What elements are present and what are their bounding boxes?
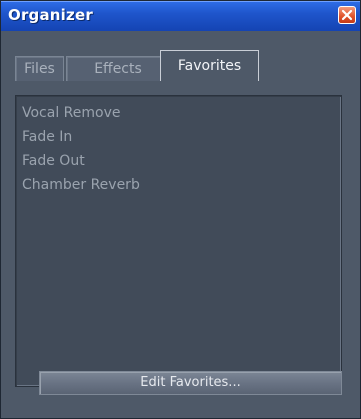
- tab-effects[interactable]: Effects: [66, 56, 170, 81]
- close-icon: [341, 9, 353, 21]
- tab-files[interactable]: Files: [15, 56, 64, 81]
- organizer-body: Files Effects Favorites Vocal Remove Fad…: [1, 31, 360, 418]
- tab-favorites[interactable]: Favorites: [160, 50, 259, 81]
- edit-favorites-button[interactable]: Edit Favorites...: [39, 371, 342, 395]
- tab-strip: Files Effects Favorites: [15, 50, 345, 81]
- organizer-window: Organizer Files Effects Favorites Vocal …: [0, 0, 361, 419]
- window-title: Organizer: [8, 6, 93, 24]
- close-button[interactable]: [338, 6, 356, 24]
- list-item[interactable]: Fade In: [22, 126, 72, 148]
- favorites-list[interactable]: Vocal Remove Fade In Fade Out Chamber Re…: [15, 95, 342, 387]
- list-item[interactable]: Fade Out: [22, 150, 85, 172]
- title-bar[interactable]: Organizer: [1, 1, 360, 31]
- list-item[interactable]: Chamber Reverb: [22, 174, 140, 196]
- list-item[interactable]: Vocal Remove: [22, 102, 121, 124]
